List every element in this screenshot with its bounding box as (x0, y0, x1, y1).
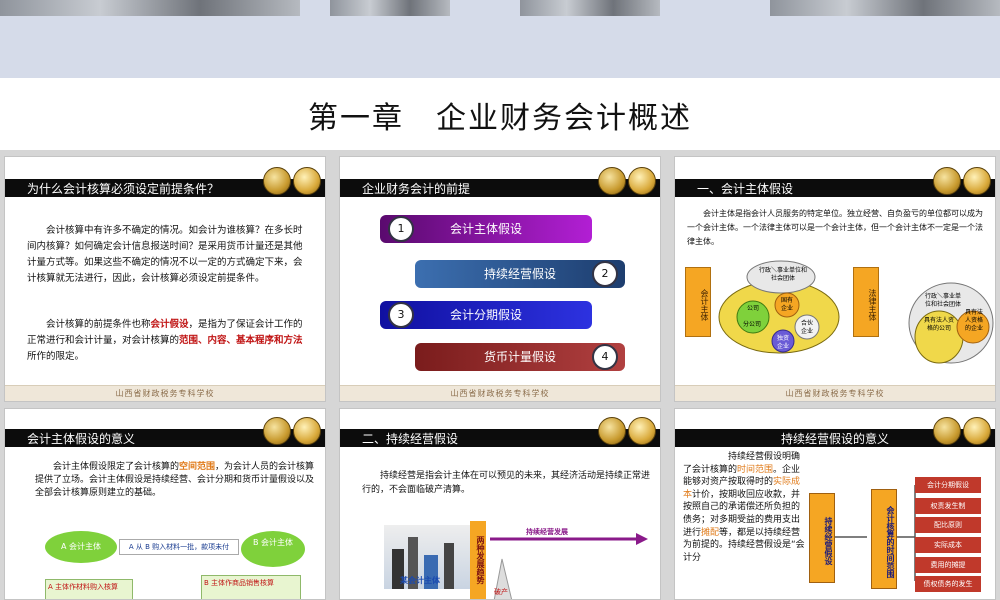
slide-paragraph: 会计核算中有许多不确定的情况。如会计为谁核算？在多长时间内核算？如何确定会计信息… (27, 223, 309, 287)
slide-footer: 山西省财政税务专科学校 (340, 385, 660, 401)
slide-footer: 山西省财政税务专科学校 (5, 385, 325, 401)
premise-label: 会计主体假设 (449, 222, 522, 236)
page-title: 第一章 企业财务会计概述 (308, 101, 692, 136)
principle-label: 债权债务的发生 (923, 580, 973, 588)
bubble-label: 具有法人资格的企业 (964, 309, 983, 332)
vertical-label-text: 两种发展趋势 (476, 536, 485, 584)
premise-label: 持续经营假设 (483, 267, 556, 281)
entity-b-ellipse: B 会计主体 (241, 531, 305, 567)
transaction-arrow: A 从 B 购入材料一批，款项未付 (119, 539, 239, 555)
coin-icon (933, 167, 961, 195)
footer-text: 山西省财政税务专科学校 (115, 389, 215, 398)
paragraph-text: 会计核算的前提条件也称 (27, 319, 151, 330)
premise-number: 4 (592, 344, 618, 370)
slide-title: 一、会计主体假设 (697, 182, 794, 196)
header-banner (0, 0, 1000, 78)
slide-thumbnail-3[interactable]: 一、会计主体假设 会计主体是指会计人员服务的特定单位。独立经营、自负盈亏的单位都… (674, 156, 996, 402)
growth-arrowhead (636, 533, 648, 545)
principle-label: 会计分期假设 (927, 481, 969, 489)
premise-number: 3 (388, 302, 414, 328)
coin-icon (628, 417, 656, 445)
bubble-label: 行政＼事业单位和社会团体 (924, 293, 961, 308)
slide-thumbnail-1[interactable]: 为什么会计核算必须设定前提条件？ 会计核算中有许多不确定的情况。如会计为谁核算？… (4, 156, 326, 402)
premise-number: 2 (592, 261, 618, 287)
slide-title: 会计主体假设的意义 (27, 432, 136, 446)
paragraph-text: 所作的限定。 (27, 351, 85, 362)
principle-label: 配比原则 (934, 521, 962, 529)
banner-photo (330, 0, 450, 16)
entity-label: A 会计主体 (60, 542, 101, 551)
coin-icon (263, 417, 291, 445)
principle-label: 实际成本 (934, 541, 962, 549)
highlight-text: 会计假设 (150, 319, 189, 330)
highlight-text: 范围、内容、基本程序和方法 (179, 335, 303, 346)
bubble-label: 具有法人资格的公司 (923, 317, 954, 332)
footer-text: 山西省财政税务专科学校 (785, 389, 885, 398)
coin-icon (963, 167, 991, 195)
paragraph-text: 会计主体假设限定了会计核算的 (35, 462, 180, 472)
premise-number: 1 (388, 216, 414, 242)
premise-label: 货币计量假设 (483, 350, 556, 364)
slide-thumbnail-6[interactable]: 持续经营假设的意义 持续经营假设明确了会计核算的时间范围。企业能够对资产按取得时… (674, 408, 996, 600)
coin-icon (263, 167, 291, 195)
principle-item-2: 权责发生制 (915, 498, 981, 514)
slide-title: 为什么会计核算必须设定前提条件？ (27, 182, 220, 196)
slide-paragraph: 持续经营是指会计主体在可以预见的未来，其经济活动是持续正常进行的，不会面临破产清… (362, 471, 651, 495)
skyline-building (444, 543, 454, 589)
coin-icon (628, 167, 656, 195)
principle-item-5: 费用的摊提 (915, 557, 981, 573)
slide-paragraph: 会计主体是指会计人员服务的特定单位。独立经营、自负盈亏的单位都可以成为一个会计主… (687, 209, 983, 246)
trend-label-box: 两种发展趋势 (470, 521, 486, 599)
coin-icon (598, 167, 626, 195)
coin-icon (293, 167, 321, 195)
trend-arrow-label: 持续经营发展 (526, 528, 568, 536)
entity-caption: 某会计主体 (400, 576, 440, 585)
principle-item-3: 配比原则 (915, 517, 981, 533)
entity-a-note: A 主体作材料购入核算 (45, 579, 133, 599)
bubble-label: 分公司 (742, 321, 761, 328)
principle-item-1: 会计分期假设 (915, 477, 981, 493)
highlight-text: 空间范围 (179, 462, 216, 472)
paragraph-text: 会计核算中有许多不确定的情况。如会计为谁核算？在多长时间内核算？如何确定会计信息… (27, 225, 303, 284)
slide-thumbnail-5[interactable]: 二、持续经营假设 持续经营是指会计主体在可以预见的未来，其经济活动是持续正常进行… (339, 408, 661, 600)
entity-b-note: B 主体作商品销售核算 (201, 575, 301, 599)
trend-arrows (490, 533, 648, 599)
entity-label: B 会计主体 (252, 538, 294, 547)
principle-label: 权责发生制 (930, 502, 966, 510)
banner-photo (0, 0, 300, 16)
slide-title: 二、持续经营假设 (362, 432, 459, 446)
slide-thumbnail-2[interactable]: 企业财务会计的前提 会计主体假设 1 持续经营假设 2 会计分期假设 3 货币计… (339, 156, 661, 402)
bubble-label: 公司 (746, 305, 759, 312)
slide-paragraph: 会计核算的前提条件也称会计假设，是指为了保证会计工作的正常进行和会计计量，对会计… (27, 317, 309, 365)
banner-photo (770, 0, 1000, 16)
principle-item-4: 实际成本 (915, 537, 981, 553)
bankruptcy-label: 破产 (494, 588, 508, 596)
slide-footer: 山西省财政税务专科学校 (675, 385, 995, 401)
bubble-label: 行政＼事业单位和社会团体 (759, 267, 808, 282)
bubble-label: 独资企业 (776, 335, 789, 350)
footer-text: 山西省财政税务专科学校 (450, 389, 550, 398)
slide-thumbnail-4[interactable]: 会计主体假设的意义 会计主体假设限定了会计核算的空间范围，为会计人员的会计核算提… (4, 408, 326, 600)
bubble-label: 合伙企业 (800, 320, 813, 335)
premise-label: 会计分期假设 (449, 308, 522, 322)
arrow-label: A 从 B 购入材料一批，款项未付 (128, 543, 230, 551)
bubble-label: 国有企业 (780, 297, 793, 312)
coin-icon (598, 417, 626, 445)
slide-paragraph: 会计主体假设限定了会计核算的空间范围，为会计人员的会计核算提供了立场。会计主体假… (35, 461, 315, 500)
slide-title: 企业财务会计的前提 (362, 182, 471, 196)
note-text: B 主体作商品销售核算 (204, 579, 275, 587)
entity-a-ellipse: A 会计主体 (45, 531, 117, 563)
principle-item-6: 债权债务的发生 (915, 576, 981, 592)
coin-icon (293, 417, 321, 445)
principle-label: 费用的摊提 (930, 561, 966, 569)
note-text: A 主体作材料购入核算 (48, 583, 119, 591)
banner-photo (520, 0, 660, 16)
